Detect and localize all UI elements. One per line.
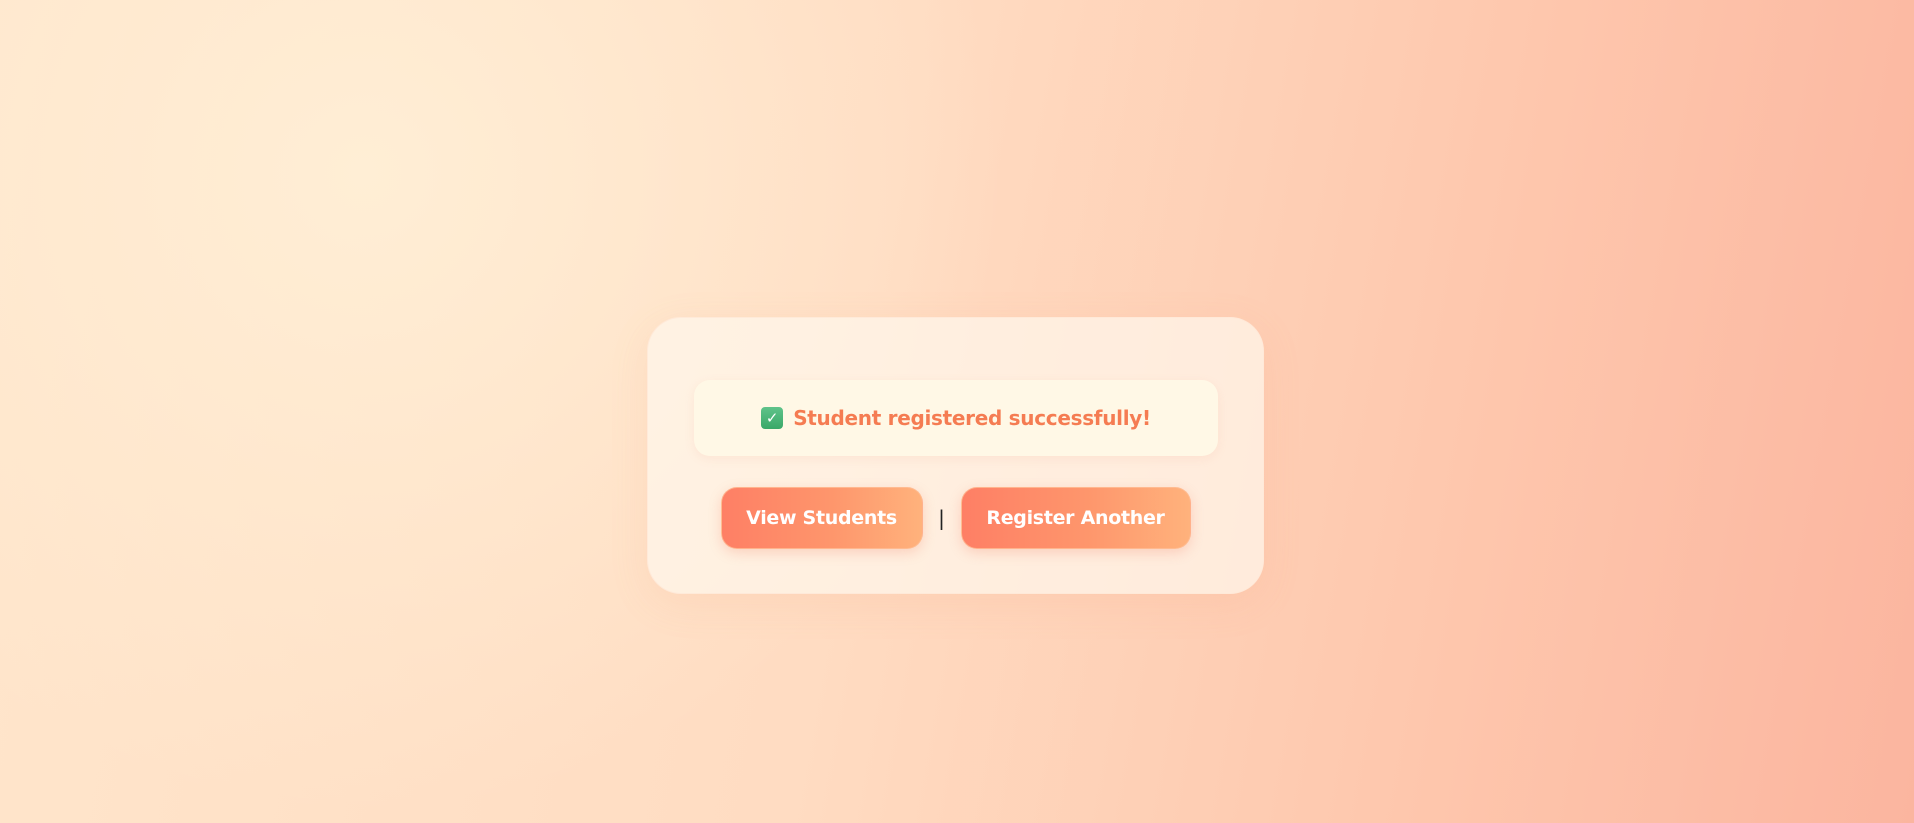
success-message: ✓ Student registered successfully! <box>694 380 1218 456</box>
action-bar: View Students | Register Another <box>648 487 1263 549</box>
success-card: ✓ Student registered successfully! View … <box>647 317 1264 594</box>
success-message-text: Student registered successfully! <box>793 406 1151 430</box>
action-separator: | <box>938 506 945 530</box>
check-box-icon: ✓ <box>761 407 784 429</box>
view-students-button[interactable]: View Students <box>720 487 923 549</box>
register-another-button[interactable]: Register Another <box>960 487 1191 549</box>
